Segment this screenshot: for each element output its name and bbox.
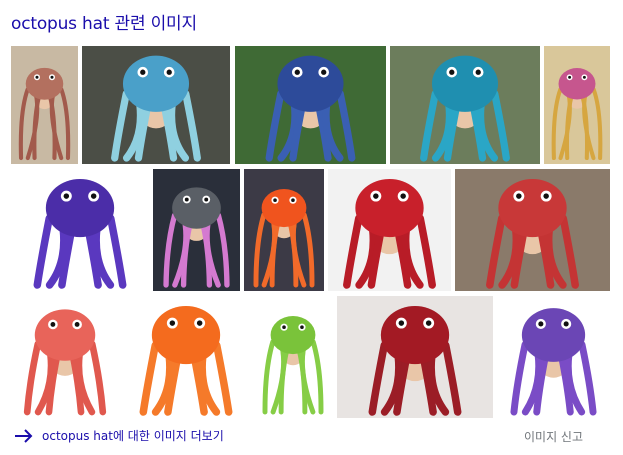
section-title[interactable]: octopus hat 관련 이미지 <box>11 9 197 34</box>
image-result-7[interactable] <box>153 169 240 291</box>
image-result-10[interactable] <box>455 169 610 291</box>
thumbnail-graphic <box>244 169 324 291</box>
thumbnail-graphic <box>11 296 119 418</box>
image-result-13[interactable] <box>253 296 333 418</box>
image-result-1[interactable] <box>11 46 78 164</box>
image-result-11[interactable] <box>11 296 119 418</box>
thumbnail-graphic <box>123 296 249 418</box>
image-result-6[interactable] <box>11 169 149 291</box>
thumbnail-graphic <box>455 169 610 291</box>
thumbnail-graphic <box>235 46 386 164</box>
thumbnail-graphic <box>337 296 493 418</box>
thumbnail-graphic <box>253 296 333 418</box>
thumbnail-graphic <box>11 169 149 291</box>
thumbnail-graphic <box>328 169 451 291</box>
report-images-link[interactable]: 이미지 신고 <box>524 428 583 445</box>
thumbnail-graphic <box>153 169 240 291</box>
thumbnail-graphic <box>390 46 540 164</box>
image-result-8[interactable] <box>244 169 324 291</box>
image-result-9[interactable] <box>328 169 451 291</box>
image-result-4[interactable] <box>390 46 540 164</box>
arrow-right-icon <box>15 428 33 443</box>
thumbnail-graphic <box>11 46 78 164</box>
image-result-12[interactable] <box>123 296 249 418</box>
image-result-3[interactable] <box>235 46 386 164</box>
more-images-link[interactable]: octopus hat에 대한 이미지 더보기 <box>14 427 224 444</box>
image-result-14[interactable] <box>337 296 493 418</box>
image-result-15[interactable] <box>497 296 610 418</box>
more-images-label: octopus hat에 대한 이미지 더보기 <box>42 429 224 443</box>
thumbnail-graphic <box>82 46 230 164</box>
image-result-2[interactable] <box>82 46 230 164</box>
thumbnail-graphic <box>544 46 610 164</box>
image-result-5[interactable] <box>544 46 610 164</box>
thumbnail-graphic <box>497 296 610 418</box>
